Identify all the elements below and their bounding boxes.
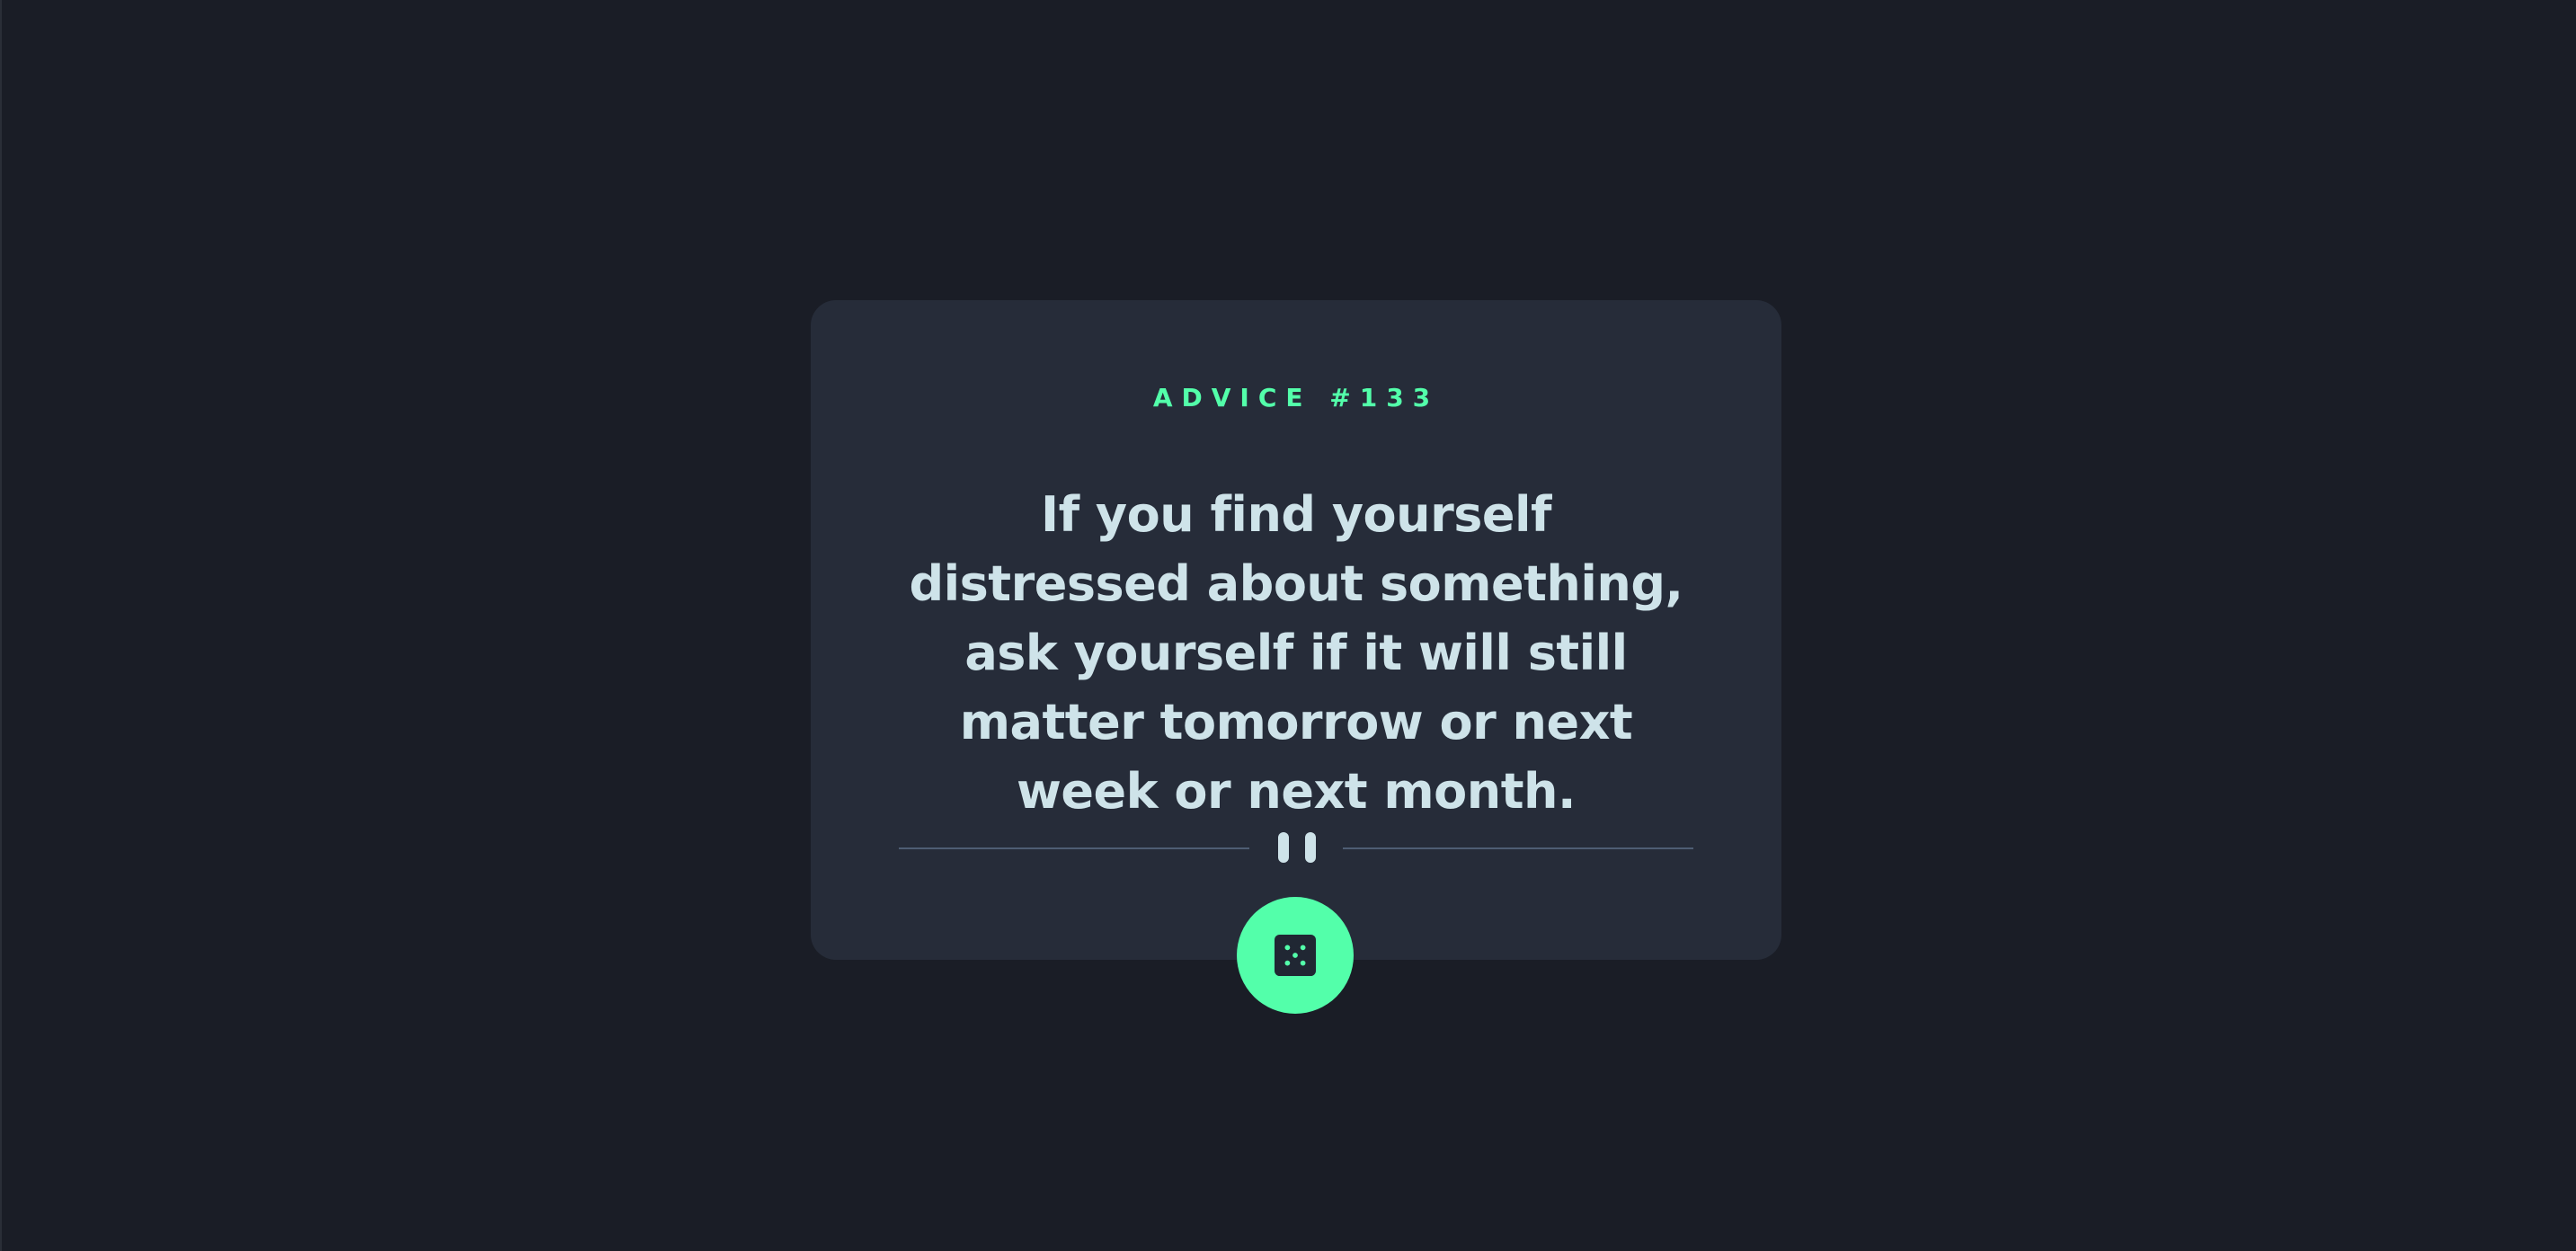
advice-id-label: ADVICE #133: [1152, 383, 1440, 413]
divider-line-right: [1343, 847, 1693, 849]
new-advice-button[interactable]: [1237, 897, 1354, 1014]
divider: [899, 832, 1693, 863]
dice-icon: [1275, 935, 1316, 976]
page: ADVICE #133 If you find yourself distres…: [0, 0, 2576, 1251]
advice-quote: If you find yourself distressed about so…: [909, 486, 1684, 820]
divider-line-left: [899, 847, 1249, 849]
pause-icon: [1278, 832, 1316, 863]
advice-card: ADVICE #133 If you find yourself distres…: [811, 300, 1781, 960]
